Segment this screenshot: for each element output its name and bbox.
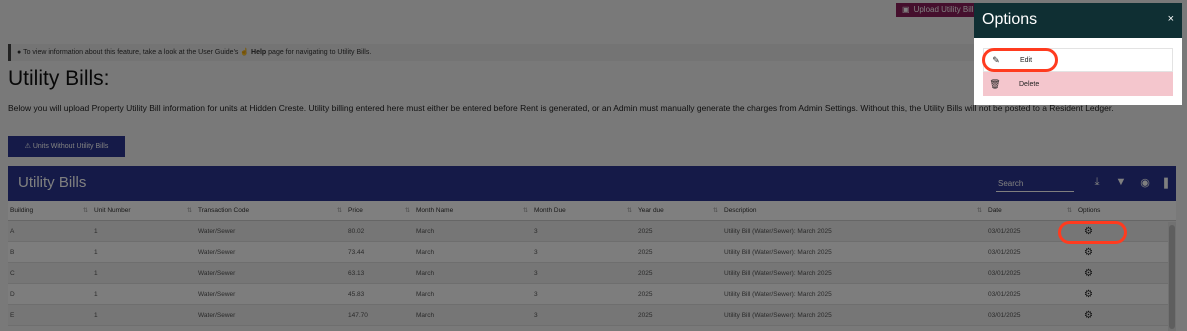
edit-option-highlight <box>982 48 1058 72</box>
options-gear-highlight <box>1058 221 1127 244</box>
options-panel-title: Options <box>982 11 1038 28</box>
delete-option[interactable]: 🗑 Delete <box>983 72 1173 96</box>
page: ▣ Upload Utility Bills ● To view informa… <box>0 0 1187 331</box>
options-panel-header: Options × <box>974 3 1182 38</box>
trash-icon: 🗑 <box>989 78 1001 89</box>
delete-option-label: Delete <box>1019 80 1040 88</box>
close-icon[interactable]: × <box>1168 13 1174 25</box>
